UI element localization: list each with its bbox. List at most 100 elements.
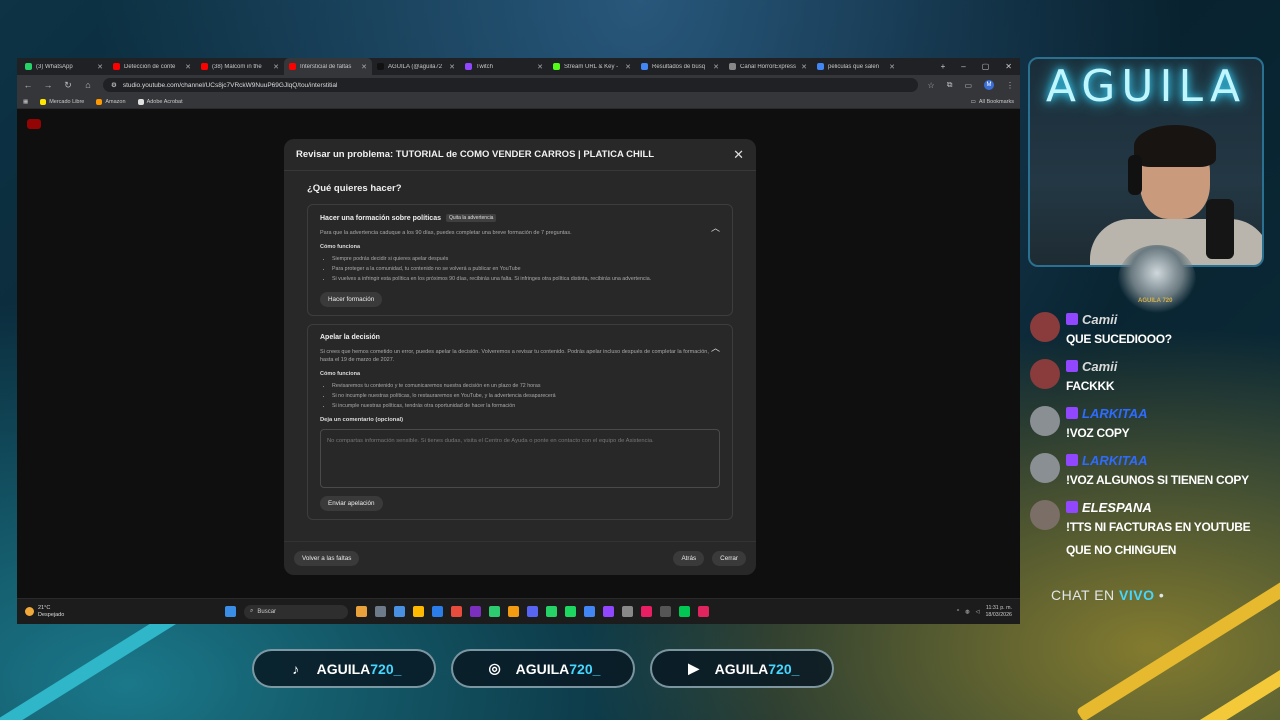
browser-tab[interactable]: AGUILA (@aguila72 ✕: [372, 58, 460, 75]
browser-tab[interactable]: (38) Malcom in the ✕: [196, 58, 284, 75]
browser-tab[interactable]: Stream URL & Key - ✕: [548, 58, 636, 75]
browser-tab[interactable]: Detección de conte ✕: [108, 58, 196, 75]
browser-tab[interactable]: Intersticial de faltas ✕: [284, 58, 372, 75]
close-icon[interactable]: ✕: [273, 63, 279, 71]
back-to-faults-button[interactable]: Volver a las faltas: [294, 551, 360, 566]
site-info-icon[interactable]: ⚙: [111, 81, 117, 89]
home-icon[interactable]: ⌂: [83, 80, 93, 90]
browser-tab[interactable]: Canal HorrorExpress ✕: [724, 58, 812, 75]
tab-label: Resultados de búsq: [652, 63, 706, 70]
close-button[interactable]: Cerrar: [712, 551, 746, 566]
taskbar-app-icon[interactable]: [565, 606, 576, 617]
close-icon[interactable]: ✕: [97, 63, 103, 71]
taskbar-app-icon[interactable]: [641, 606, 652, 617]
page-content: Revisar un problema: TUTORIAL de COMO VE…: [17, 109, 1020, 598]
apps-icon[interactable]: ▦: [23, 99, 28, 105]
tab-favicon-icon: [817, 63, 824, 70]
question-title: ¿Qué quieres hacer?: [307, 183, 402, 194]
taskbar-app-icon[interactable]: [622, 606, 633, 617]
menu-icon[interactable]: ⋮: [1006, 81, 1014, 90]
search-input[interactable]: ⌕ Buscar: [244, 604, 348, 619]
taskbar-app-icon[interactable]: [679, 606, 690, 617]
back-button[interactable]: Atrás: [673, 551, 705, 566]
close-icon[interactable]: ✕: [361, 63, 367, 71]
comment-label: Deja un comentario (opcional): [320, 416, 404, 423]
all-bookmarks[interactable]: ▭ All Bookmarks: [971, 99, 1014, 105]
volume-icon[interactable]: ◁: [976, 609, 980, 615]
bookmark-adobe-acrobat[interactable]: Adobe Acrobat: [137, 98, 183, 105]
new-tab-icon[interactable]: +: [941, 62, 946, 71]
headphones: [1128, 155, 1142, 195]
chevron-up-icon[interactable]: ^: [957, 609, 959, 615]
weather-widget[interactable]: 21°C Despejado: [25, 605, 225, 619]
network-icon[interactable]: ◍: [965, 609, 969, 615]
browser-tab[interactable]: Twitch ✕: [460, 58, 548, 75]
taskbar-app-icon[interactable]: [527, 606, 538, 617]
taskbar-app-icon[interactable]: [584, 606, 595, 617]
avatar: [1030, 359, 1060, 389]
mercadolibre-icon: [40, 98, 47, 105]
appeal-description: Si crees que hemos cometido un error, pu…: [320, 348, 709, 364]
youtube-studio-logo[interactable]: [27, 119, 41, 129]
maximize-icon[interactable]: ▢: [982, 62, 990, 71]
sidepanel-icon[interactable]: ▭: [964, 81, 972, 90]
close-icon[interactable]: ✕: [889, 63, 895, 71]
bookmark-star-icon[interactable]: ☆: [928, 81, 935, 90]
address-text: studio.youtube.com/channel/UCs8jc7VRckW9…: [122, 81, 338, 89]
start-icon[interactable]: [225, 606, 236, 617]
close-icon[interactable]: ✕: [185, 63, 191, 71]
instagram-icon: ◎: [488, 660, 501, 676]
social-instagram: ◎ AGUILA720_: [451, 649, 635, 688]
back-icon[interactable]: ←: [23, 80, 33, 90]
profile-avatar[interactable]: M: [984, 80, 994, 90]
social-tiktok: ♪ AGUILA720_: [252, 649, 436, 688]
close-icon[interactable]: ✕: [449, 63, 455, 71]
taskbar-app-icon[interactable]: [470, 606, 481, 617]
address-bar[interactable]: ⚙ studio.youtube.com/channel/UCs8jc7VRck…: [103, 78, 918, 92]
taskbar-app-icon[interactable]: [432, 606, 443, 617]
chat-username: ELESPANA: [1082, 499, 1152, 515]
taskbar-app-icon[interactable]: [356, 606, 367, 617]
tab-label: Twitch: [476, 63, 494, 70]
bookmark-mercado-libre[interactable]: Mercado Libre: [40, 98, 84, 105]
chat-text: !VOZ ALGUNOS SI TIENEN COPY: [1066, 473, 1249, 487]
tab-favicon-icon: [25, 63, 32, 70]
chat-text: !TTS NI FACTURAS EN YOUTUBE QUE NO CHING…: [1066, 520, 1251, 557]
close-icon[interactable]: ✕: [625, 63, 631, 71]
taskbar-app-icon[interactable]: [508, 606, 519, 617]
forward-icon[interactable]: →: [43, 80, 53, 90]
close-icon[interactable]: ✕: [733, 147, 744, 163]
chevron-up-icon[interactable]: ︿: [711, 221, 720, 234]
browser-tab[interactable]: (3) WhatsApp ✕: [20, 58, 108, 75]
taskbar-app-icon[interactable]: [660, 606, 671, 617]
close-icon[interactable]: ✕: [537, 63, 543, 71]
taskbar-app-icon[interactable]: [451, 606, 462, 617]
youtube-icon: ▶: [688, 660, 699, 676]
tiktok-icon: ♪: [292, 660, 300, 677]
bookmark-amazon[interactable]: Amazon: [96, 98, 126, 105]
browser-tab[interactable]: Resultados de búsq ✕: [636, 58, 724, 75]
close-icon[interactable]: ✕: [801, 63, 807, 71]
taskbar-app-icon[interactable]: [394, 606, 405, 617]
close-window-icon[interactable]: ✕: [1005, 62, 1012, 71]
taskbar-app-icon[interactable]: [546, 606, 557, 617]
browser-tab[interactable]: peliculas que salen ✕: [812, 58, 900, 75]
list-item: Siempre podrás decidir si quieres apelar…: [332, 254, 720, 264]
reload-icon[interactable]: ↻: [63, 80, 73, 91]
submit-appeal-button[interactable]: Enviar apelación: [320, 495, 383, 511]
taskbar-app-icon[interactable]: [375, 606, 386, 617]
taskbar-app-icon[interactable]: [489, 606, 500, 617]
comment-field[interactable]: No compartas información sensible. Si ti…: [320, 428, 720, 488]
taskbar-app-icon[interactable]: [603, 606, 614, 617]
start-training-button[interactable]: Hacer formación: [320, 291, 383, 307]
minimize-icon[interactable]: –: [961, 62, 965, 71]
taskbar-app-icon[interactable]: [413, 606, 424, 617]
clock[interactable]: 11:31 p. m. 18/03/2026: [985, 605, 1012, 619]
stream-chat: Camii QUE SUCEDIOOO? Camii FACKKK LARKIT…: [1030, 310, 1265, 568]
taskbar-app-icon[interactable]: [698, 606, 709, 617]
platform-icon: [1066, 454, 1078, 466]
extensions-icon[interactable]: ⧉: [947, 80, 953, 90]
platform-icon: [1066, 360, 1078, 372]
chevron-up-icon[interactable]: ︿: [711, 341, 720, 354]
close-icon[interactable]: ✕: [713, 63, 719, 71]
